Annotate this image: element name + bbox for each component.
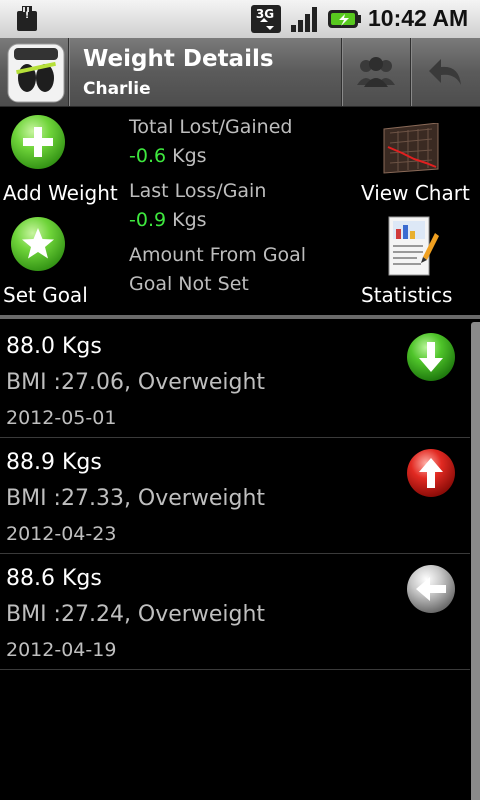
add-weight-button[interactable]: Add Weight: [3, 181, 118, 205]
arrow-up-icon: [407, 449, 455, 497]
entry-date: 2012-05-01: [6, 407, 117, 429]
svg-text:3G: 3G: [256, 7, 274, 21]
chart-icon[interactable]: [380, 123, 442, 175]
entry-weight: 88.6 Kgs: [6, 566, 102, 591]
goal-distance-label: Amount From Goal: [129, 244, 307, 266]
status-bar: ! 3G 10:42 AM: [0, 0, 480, 38]
list-item[interactable]: 88.0 Kgs BMI :27.06, Overweight 2012-05-…: [0, 322, 470, 438]
list-item[interactable]: 88.9 Kgs BMI :27.33, Overweight 2012-04-…: [0, 438, 470, 554]
page-subtitle: Charlie: [83, 79, 151, 99]
entry-bmi: BMI :27.06, Overweight: [6, 370, 266, 395]
entry-date: 2012-04-23: [6, 523, 117, 545]
summary-panel: Add Weight Set Goal Total Lost/Gained -0…: [0, 107, 480, 315]
last-change-label: Last Loss/Gain: [129, 180, 267, 202]
page-title: Weight Details: [83, 46, 274, 72]
users-icon: [357, 57, 395, 87]
signal-strength-icon: [291, 7, 317, 32]
app-scale-icon: [7, 43, 65, 103]
total-change-number: -0.6: [129, 145, 167, 167]
entry-date: 2012-04-19: [6, 639, 117, 661]
svg-text:!: !: [25, 11, 29, 21]
arrow-down-icon: [407, 333, 455, 381]
sd-card-icon: !: [17, 6, 37, 31]
view-chart-button[interactable]: View Chart: [361, 181, 470, 205]
entry-weight: 88.0 Kgs: [6, 334, 102, 359]
title-bar: Weight Details Charlie: [0, 38, 480, 107]
entry-bmi: BMI :27.24, Overweight: [6, 602, 266, 627]
last-change-unit: Kgs: [172, 209, 207, 231]
set-goal-button[interactable]: Set Goal: [3, 283, 88, 307]
scrollbar[interactable]: [471, 322, 480, 800]
entry-bmi: BMI :27.33, Overweight: [6, 486, 266, 511]
goal-distance-value: Goal Not Set: [129, 273, 249, 295]
statistics-icon[interactable]: [387, 211, 439, 279]
back-arrow-icon: [429, 59, 461, 85]
set-goal-icon[interactable]: [11, 217, 65, 271]
arrow-left-icon: [407, 565, 455, 613]
back-button[interactable]: [412, 38, 478, 106]
add-weight-icon[interactable]: [11, 115, 65, 169]
list-item[interactable]: 88.6 Kgs BMI :27.24, Overweight 2012-04-…: [0, 554, 470, 670]
total-change-label: Total Lost/Gained: [129, 116, 293, 138]
title-separator: [68, 38, 70, 106]
clock: 10:42 AM: [368, 5, 469, 31]
last-change-value: -0.9 Kgs: [129, 209, 207, 231]
statistics-button[interactable]: Statistics: [361, 283, 452, 307]
total-change-unit: Kgs: [172, 145, 207, 167]
total-change-value: -0.6 Kgs: [129, 145, 207, 167]
switch-user-button[interactable]: [343, 38, 409, 106]
battery-charging-icon: [328, 10, 361, 28]
last-change-number: -0.9: [129, 209, 167, 231]
section-divider: [0, 315, 480, 319]
weight-entry-list[interactable]: 88.0 Kgs BMI :27.06, Overweight 2012-05-…: [0, 322, 470, 670]
network-3g-icon: 3G: [251, 5, 281, 33]
entry-weight: 88.9 Kgs: [6, 450, 102, 475]
